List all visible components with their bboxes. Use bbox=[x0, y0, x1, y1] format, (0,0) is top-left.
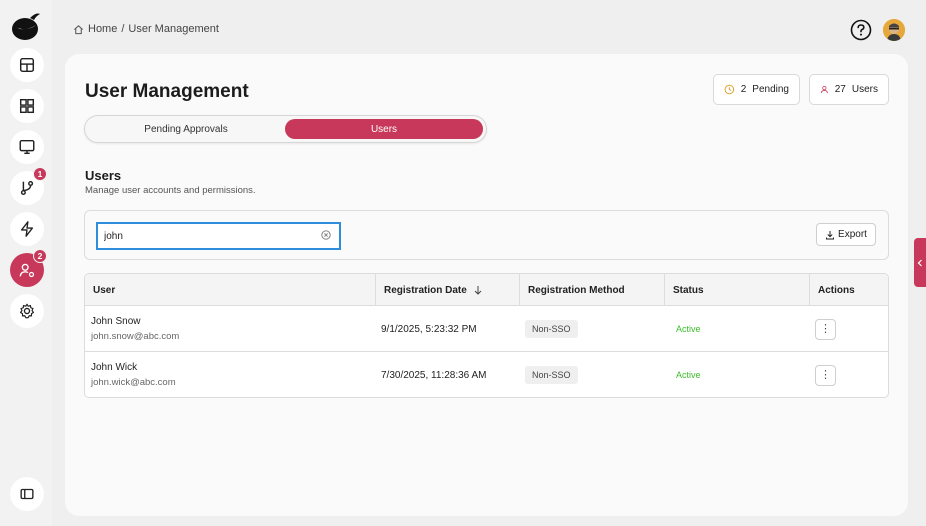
status-text: Active bbox=[676, 324, 701, 334]
registration-date: 7/30/2025, 11:28:36 AM bbox=[381, 369, 487, 381]
search-input[interactable] bbox=[104, 228, 314, 244]
table-row[interactable]: John Snow john.snow@abc.com 9/1/2025, 5:… bbox=[85, 306, 888, 352]
branch-icon bbox=[20, 180, 34, 196]
column-header-actions: Actions bbox=[809, 274, 888, 306]
status-badge: Active bbox=[676, 306, 701, 352]
sidebar-item-layout[interactable] bbox=[10, 48, 44, 82]
users-table: User Registration Date Registration Meth… bbox=[84, 273, 889, 398]
pending-count: 2 bbox=[740, 84, 747, 95]
search-box bbox=[96, 222, 341, 250]
sort-descending-icon[interactable] bbox=[473, 285, 483, 295]
row-actions-button[interactable]: ⋮ bbox=[815, 364, 836, 386]
section-subtitle: Manage user accounts and permissions. bbox=[85, 185, 256, 196]
pending-count-button[interactable]: 2 Pending bbox=[713, 74, 800, 105]
pending-label: Pending bbox=[752, 84, 789, 95]
breadcrumb-separator: / bbox=[121, 23, 125, 35]
column-header-registration-date[interactable]: Registration Date bbox=[375, 274, 519, 306]
sidebar-item-grid[interactable] bbox=[10, 89, 44, 123]
gear-icon bbox=[19, 303, 35, 319]
sidebar-item-monitor[interactable] bbox=[10, 130, 44, 164]
sidebar-toggle-button[interactable] bbox=[10, 477, 44, 511]
table-row[interactable]: John Wick john.wick@abc.com 7/30/2025, 1… bbox=[85, 352, 888, 397]
user-email: john.wick@abc.com bbox=[91, 377, 176, 388]
users-label: Users bbox=[851, 84, 878, 95]
section-title: Users bbox=[85, 168, 122, 183]
notification-badge: 1 bbox=[33, 167, 47, 181]
tab-pending-approvals[interactable]: Pending Approvals bbox=[88, 119, 284, 139]
sidebar-item-branch[interactable]: 1 bbox=[10, 167, 47, 205]
clear-icon[interactable] bbox=[321, 230, 331, 240]
breadcrumb: Home / User Management bbox=[73, 23, 219, 35]
home-icon[interactable] bbox=[73, 24, 84, 35]
registration-date: 9/1/2025, 5:23:32 PM bbox=[381, 323, 477, 335]
column-header-user[interactable]: User bbox=[85, 274, 375, 306]
monitor-icon bbox=[19, 139, 35, 155]
column-header-registration-method[interactable]: Registration Method bbox=[519, 274, 664, 306]
tab-switcher: Pending Approvals Users bbox=[84, 115, 487, 143]
status-badge: Active bbox=[676, 352, 701, 397]
app-logo-icon[interactable] bbox=[10, 10, 42, 42]
layout-icon bbox=[19, 57, 35, 73]
lightning-icon bbox=[20, 221, 34, 237]
notification-badge: 2 bbox=[33, 249, 47, 263]
sidebar: 1 2 bbox=[0, 0, 52, 526]
users-count: 27 bbox=[834, 84, 846, 95]
registration-method: Non-SSO bbox=[525, 352, 578, 397]
users-count-button[interactable]: 27 Users bbox=[809, 74, 889, 105]
avatar[interactable] bbox=[883, 19, 905, 41]
side-panel-toggle[interactable] bbox=[914, 238, 926, 287]
method-pill: Non-SSO bbox=[525, 320, 578, 338]
sidebar-toggle-icon bbox=[20, 488, 34, 500]
actions-cell: ⋮ bbox=[815, 352, 836, 397]
status-text: Active bbox=[676, 370, 701, 380]
export-label: Export bbox=[838, 229, 867, 240]
user-email: john.snow@abc.com bbox=[91, 331, 180, 342]
page-title: User Management bbox=[85, 81, 249, 102]
tab-users[interactable]: Users bbox=[285, 119, 483, 139]
export-button[interactable]: Export bbox=[816, 223, 876, 246]
column-header-status[interactable]: Status bbox=[664, 274, 809, 306]
breadcrumb-home[interactable]: Home bbox=[88, 23, 117, 35]
sidebar-item-user-management[interactable]: 2 bbox=[10, 249, 47, 287]
sidebar-item-settings[interactable] bbox=[10, 294, 44, 328]
user-icon bbox=[820, 85, 828, 94]
column-header-registration-date-label: Registration Date bbox=[384, 284, 467, 296]
help-icon[interactable] bbox=[850, 19, 872, 41]
user-name: John Wick bbox=[91, 362, 138, 373]
registration-method: Non-SSO bbox=[525, 306, 578, 352]
row-actions-button[interactable]: ⋮ bbox=[815, 318, 836, 340]
table-header: User Registration Date Registration Meth… bbox=[85, 274, 888, 306]
breadcrumb-current: User Management bbox=[128, 23, 219, 35]
actions-cell: ⋮ bbox=[815, 306, 836, 352]
download-icon bbox=[826, 230, 835, 239]
grid-icon bbox=[19, 98, 35, 114]
main-panel: User Management 2 Pending 27 Users Pendi… bbox=[65, 54, 908, 516]
user-settings-icon bbox=[19, 263, 35, 278]
method-pill: Non-SSO bbox=[525, 366, 578, 384]
user-cell: John Snow john.snow@abc.com bbox=[91, 306, 179, 352]
sidebar-item-lightning[interactable] bbox=[10, 212, 44, 246]
clock-icon bbox=[724, 84, 735, 95]
user-name: John Snow bbox=[91, 316, 141, 327]
search-panel: Export bbox=[84, 210, 889, 260]
chevron-left-icon bbox=[917, 259, 922, 266]
user-cell: John Wick john.wick@abc.com bbox=[91, 352, 176, 397]
